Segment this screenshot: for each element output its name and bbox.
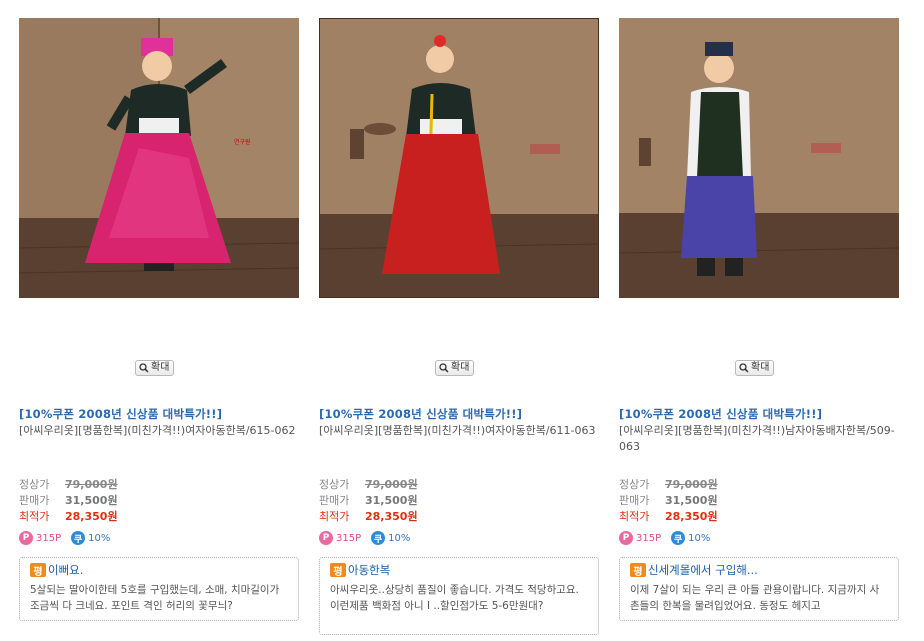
review-tag-icon: 평 [30,563,46,578]
sale-price: 31,500원 [365,494,418,507]
product-card: 확대 [10%쿠폰 2008년 신상품 대박특가!!] [아씨우리옷][명품한복… [619,0,904,641]
zoom-label: 확대 [151,362,170,373]
coupon-value: 10% [88,532,111,544]
point-icon: P [19,531,33,545]
review-box[interactable]: 평 신세계몰에서 구입해... 이제 7살이 되는 우리 큰 아들 관용이랍니다… [619,557,899,621]
coupon-icon: 쿠 [671,531,686,545]
best-price: 28,350원 [365,510,418,523]
sale-price-label: 판매가 [19,494,50,507]
magnifier-icon [739,363,749,373]
regular-price-label: 정상가 [619,478,650,491]
regular-price-label: 정상가 [19,478,50,491]
sale-price: 31,500원 [65,494,118,507]
regular-price: 79,000원 [665,478,718,491]
event-title[interactable]: [10%쿠폰 2008년 신상품 대박특가!!] [619,406,822,422]
product-photo[interactable] [319,18,599,298]
coupon-icon: 쿠 [371,531,386,545]
benefit-badges: P 315P 쿠 10% [19,531,110,545]
review-text: 5살되는 딸아이한테 5호를 구입했는데, 소매, 치마길이가 조금씩 다 크네… [30,584,280,612]
best-price: 28,350원 [65,510,118,523]
product-photo[interactable] [619,18,899,298]
product-name[interactable]: [아씨우리옷][명품한복](미친가격!!)남자아동배자한복/509-063 [619,423,901,455]
sale-price-label: 판매가 [319,494,350,507]
best-price-row: 최적가 28,350원 [619,508,718,524]
regular-price: 79,000원 [65,478,118,491]
review-text: 아씨우리옷..상당히 품질이 좋습니다. 가격도 적당하고요.이런제품 백화점 … [330,584,579,612]
best-price: 28,350원 [665,510,718,523]
product-name[interactable]: [아씨우리옷][명품한복](미친가격!!)여자아동한복/611-063 [319,423,601,439]
regular-price-label: 정상가 [319,478,350,491]
review-title[interactable]: 신세계몰에서 구입해... [648,562,758,578]
benefit-badges: P 315P 쿠 10% [619,531,710,545]
sale-price-row: 판매가 31,500원 [619,492,718,508]
review-tag-icon: 평 [630,563,646,578]
svg-text:연구원: 연구원 [234,138,251,146]
sale-price: 31,500원 [665,494,718,507]
zoom-button[interactable]: 확대 [735,360,775,376]
product-card: 연구원 확대 [10%쿠폰 2008년 신상품 대박특가!!] [아씨우리옷][… [19,0,304,641]
best-price-label: 최적가 [619,510,650,523]
regular-price-row: 정상가 79,000원 [19,476,118,492]
coupon-value: 10% [388,532,411,544]
review-text: 이제 7살이 되는 우리 큰 아들 관용이랍니다. 지금까지 사촌들의 한복을 … [630,584,880,612]
regular-price: 79,000원 [365,478,418,491]
point-icon: P [319,531,333,545]
zoom-label: 확대 [451,362,470,373]
best-price-label: 최적가 [19,510,50,523]
point-value: 315P [636,532,662,544]
regular-price-row: 정상가 79,000원 [619,476,718,492]
product-photo[interactable]: 연구원 [19,18,299,298]
magnifier-icon [139,363,149,373]
event-title[interactable]: [10%쿠폰 2008년 신상품 대박특가!!] [19,406,222,422]
review-title[interactable]: 아동한복 [348,562,390,578]
zoom-label: 확대 [751,362,770,373]
review-title[interactable]: 이뻐요. [48,562,83,578]
sale-price-row: 판매가 31,500원 [319,492,418,508]
magnifier-icon [439,363,449,373]
best-price-row: 최적가 28,350원 [19,508,118,524]
benefit-badges: P 315P 쿠 10% [319,531,410,545]
sale-price-row: 판매가 31,500원 [19,492,118,508]
review-box[interactable]: 평 아동한복 아씨우리옷..상당히 품질이 좋습니다. 가격도 적당하고요.이런… [319,557,599,635]
review-tag-icon: 평 [330,563,346,578]
point-value: 315P [36,532,62,544]
event-title[interactable]: [10%쿠폰 2008년 신상품 대박특가!!] [319,406,522,422]
product-card: 확대 [10%쿠폰 2008년 신상품 대박특가!!] [아씨우리옷][명품한복… [319,0,604,641]
review-box[interactable]: 평 이뻐요. 5살되는 딸아이한테 5호를 구입했는데, 소매, 치마길이가 조… [19,557,299,621]
sale-price-label: 판매가 [619,494,650,507]
coupon-icon: 쿠 [71,531,86,545]
coupon-value: 10% [688,532,711,544]
product-name[interactable]: [아씨우리옷][명품한복](미친가격!!)여자아동한복/615-062 [19,423,301,439]
zoom-button[interactable]: 확대 [135,360,175,376]
zoom-button[interactable]: 확대 [435,360,475,376]
point-value: 315P [336,532,362,544]
best-price-row: 최적가 28,350원 [319,508,418,524]
regular-price-row: 정상가 79,000원 [319,476,418,492]
best-price-label: 최적가 [319,510,350,523]
point-icon: P [619,531,633,545]
